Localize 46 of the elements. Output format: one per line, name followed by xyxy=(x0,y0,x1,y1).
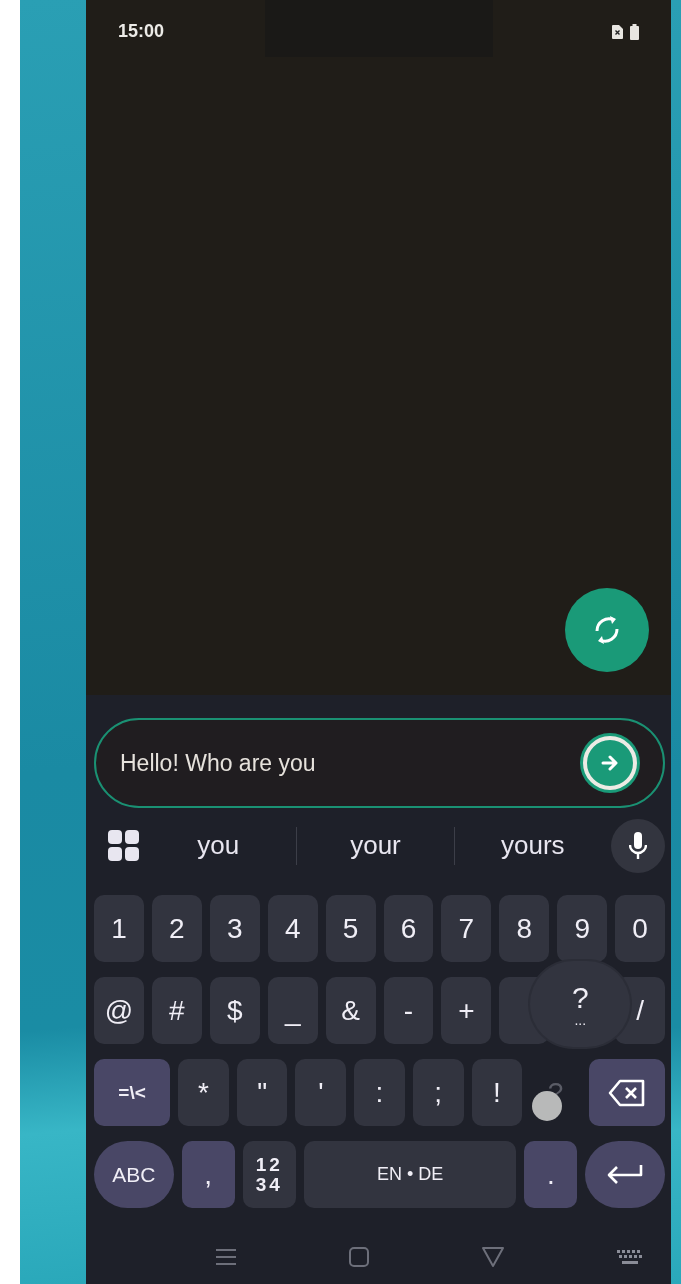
message-field[interactable]: Hello! Who are you xyxy=(120,749,583,777)
suggestion[interactable]: you xyxy=(140,830,297,861)
key[interactable]: 8 xyxy=(499,895,550,962)
sim-card-icon xyxy=(612,25,623,39)
battery-icon xyxy=(630,24,639,40)
space-key[interactable]: EN • DE xyxy=(303,1141,517,1208)
key[interactable]: + xyxy=(441,977,492,1044)
key[interactable]: 7 xyxy=(441,895,492,962)
key[interactable]: 4 xyxy=(267,895,318,962)
key[interactable]: 0 xyxy=(615,895,666,962)
key[interactable]: ! xyxy=(471,1059,523,1126)
key[interactable]: $ xyxy=(209,977,260,1044)
menu-icon[interactable] xyxy=(215,1248,236,1266)
key[interactable]: " xyxy=(236,1059,288,1126)
numeric-layout-key[interactable]: 12 34 xyxy=(242,1141,296,1208)
microphone-icon xyxy=(629,831,647,860)
suggestion[interactable]: yours xyxy=(454,830,611,861)
key[interactable]: 6 xyxy=(383,895,434,962)
key[interactable]: ; xyxy=(412,1059,464,1126)
key[interactable]: 9 xyxy=(557,895,608,962)
send-button[interactable] xyxy=(583,736,637,790)
keyboard-icon[interactable] xyxy=(617,1250,644,1264)
symbols-key[interactable]: , xyxy=(181,1141,235,1208)
key[interactable]: : xyxy=(354,1059,405,1126)
key[interactable]: ' xyxy=(295,1059,347,1126)
backspace-icon xyxy=(608,1078,646,1107)
symbols-key[interactable]: . xyxy=(524,1141,578,1208)
apps-grid-icon[interactable] xyxy=(108,829,140,862)
key[interactable]: _ xyxy=(267,977,318,1044)
status-time: 15:00 xyxy=(118,21,166,42)
back-icon[interactable] xyxy=(482,1247,505,1267)
key[interactable]: 2 xyxy=(151,895,202,962)
suggestion[interactable]: your xyxy=(297,830,454,861)
key[interactable]: & xyxy=(325,977,376,1044)
key[interactable]: 5 xyxy=(325,895,376,962)
key[interactable]: @ xyxy=(94,977,144,1044)
key-preview-popup[interactable]: ? ... xyxy=(530,961,631,1047)
key[interactable]: 1 xyxy=(94,895,144,962)
home-icon[interactable] xyxy=(348,1247,369,1267)
key[interactable]: - xyxy=(383,977,434,1044)
abc-key[interactable]: ABC xyxy=(94,1141,174,1208)
key[interactable]: # xyxy=(151,977,202,1044)
symbols-key[interactable]: =\< xyxy=(94,1059,171,1126)
key[interactable]: 3 xyxy=(209,895,260,962)
key[interactable]: * xyxy=(178,1059,229,1126)
backspace-key[interactable] xyxy=(588,1059,665,1126)
